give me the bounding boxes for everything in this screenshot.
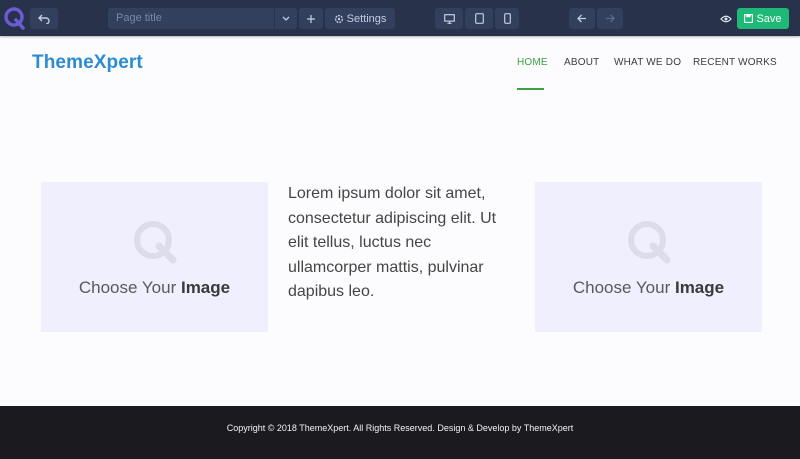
mobile-icon xyxy=(503,13,511,24)
arrow-right-icon xyxy=(606,14,615,23)
quix-logo-icon[interactable] xyxy=(3,6,25,30)
site-brand-logo[interactable]: ThemeXpert xyxy=(32,52,143,74)
history-forward-button[interactable] xyxy=(597,8,623,29)
save-icon xyxy=(744,14,754,23)
mobile-view-button[interactable] xyxy=(495,8,519,29)
image-placeholder-left[interactable]: Choose Your Image xyxy=(41,182,268,332)
image-caption: Choose Your Image xyxy=(572,278,725,297)
body-paragraph: Lorem ipsum dolor sit amet, consectetur … xyxy=(288,185,497,300)
settings-label: Settings xyxy=(346,12,387,25)
nav-item-recent-works[interactable]: RECENT WORKS xyxy=(693,57,777,68)
builder-toolbar: Page title Settings Save xyxy=(0,0,800,36)
nav-item-about[interactable]: ABOUT xyxy=(564,57,599,68)
nav-active-underline xyxy=(517,88,544,90)
preview-button[interactable] xyxy=(716,8,736,29)
site-footer: Copyright © 2018 ThemeXpert. All Rights … xyxy=(0,406,800,459)
history-back-button[interactable] xyxy=(569,8,595,29)
gear-icon xyxy=(334,14,343,23)
nav-item-home[interactable]: HOME xyxy=(517,57,548,68)
undo-icon xyxy=(38,14,50,24)
nav-item-what-we-do[interactable]: WHAT WE DO xyxy=(614,57,681,68)
arrow-left-icon xyxy=(577,14,586,23)
tablet-icon xyxy=(474,13,484,24)
page-dropdown-button[interactable] xyxy=(275,8,297,29)
save-label: Save xyxy=(756,12,782,25)
chevron-down-icon xyxy=(282,16,290,21)
add-page-button[interactable] xyxy=(299,8,323,29)
desktop-view-button[interactable] xyxy=(435,8,463,29)
tablet-view-button[interactable] xyxy=(465,8,493,29)
eye-icon xyxy=(720,15,732,22)
undo-button[interactable] xyxy=(30,8,58,29)
image-caption: Choose Your Image xyxy=(78,278,231,297)
page-title-input[interactable]: Page title xyxy=(108,8,274,29)
image-placeholder-right[interactable]: Choose Your Image xyxy=(535,182,762,332)
image-placeholder-q-icon xyxy=(129,218,181,271)
desktop-icon xyxy=(443,13,455,24)
plus-icon xyxy=(307,14,315,23)
copyright-text: Copyright © 2018 ThemeXpert. All Rights … xyxy=(226,423,574,433)
image-placeholder-q-icon xyxy=(623,218,675,271)
settings-button[interactable]: Settings xyxy=(325,8,395,29)
save-button[interactable]: Save xyxy=(737,8,789,29)
